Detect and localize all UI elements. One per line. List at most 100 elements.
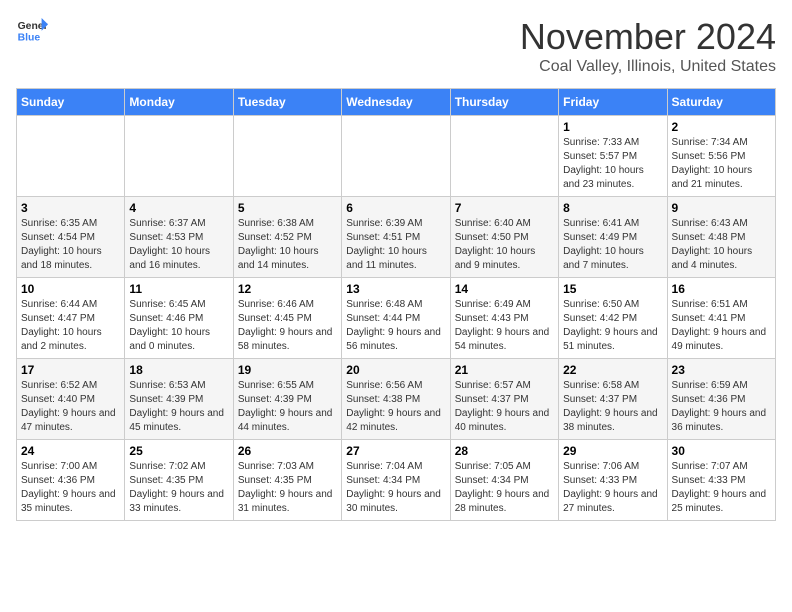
day-info: Sunrise: 6:58 AMSunset: 4:37 PMDaylight:… (563, 379, 662, 435)
table-row: 20 Sunrise: 6:56 AMSunset: 4:38 PMDayligh… (342, 359, 450, 440)
table-row: 25 Sunrise: 7:02 AMSunset: 4:35 PMDayligh… (125, 440, 233, 521)
table-row: 12 Sunrise: 6:46 AMSunset: 4:45 PMDayligh… (233, 278, 341, 359)
day-number: 19 (238, 363, 337, 377)
day-number: 15 (563, 282, 662, 296)
day-info: Sunrise: 6:55 AMSunset: 4:39 PMDaylight:… (238, 379, 337, 435)
table-row: 11Sunrise: 6:45 AMSunset: 4:46 PMDayligh… (125, 278, 233, 359)
table-row: 3 Sunrise: 6:35 AMSunset: 4:54 PMDaylight… (17, 197, 125, 278)
day-number: 6 (346, 201, 445, 215)
day-number: 10 (21, 282, 120, 296)
day-number: 9 (672, 201, 771, 215)
day-info: Sunrise: 6:38 AMSunset: 4:52 PMDaylight:… (238, 217, 337, 273)
day-info: Sunrise: 7:02 AMSunset: 4:35 PMDaylight:… (129, 460, 228, 516)
day-info: Sunrise: 6:40 AMSunset: 4:50 PMDaylight:… (455, 217, 554, 273)
col-thursday: Thursday (450, 89, 558, 116)
day-info: Sunrise: 6:43 AMSunset: 4:48 PMDaylight:… (672, 217, 771, 273)
col-friday: Friday (559, 89, 667, 116)
day-number: 1 (563, 120, 662, 134)
month-title: November 2024 (520, 16, 776, 58)
day-info: Sunrise: 6:59 AMSunset: 4:36 PMDaylight:… (672, 379, 771, 435)
day-number: 16 (672, 282, 771, 296)
day-number: 20 (346, 363, 445, 377)
title-area: November 2024 Coal Valley, Illinois, Uni… (520, 16, 776, 76)
table-row: 5 Sunrise: 6:38 AMSunset: 4:52 PMDaylight… (233, 197, 341, 278)
table-row: 29Sunrise: 7:06 AMSunset: 4:33 PMDayligh… (559, 440, 667, 521)
day-info: Sunrise: 7:33 AMSunset: 5:57 PMDaylight:… (563, 136, 662, 192)
table-row: 4Sunrise: 6:37 AMSunset: 4:53 PMDaylight… (125, 197, 233, 278)
day-info: Sunrise: 6:39 AMSunset: 4:51 PMDaylight:… (346, 217, 445, 273)
day-info: Sunrise: 6:53 AMSunset: 4:39 PMDaylight:… (129, 379, 228, 435)
col-saturday: Saturday (667, 89, 775, 116)
table-row: 27 Sunrise: 7:04 AMSunset: 4:34 PMDayligh… (342, 440, 450, 521)
logo-icon: General Blue (16, 16, 48, 44)
table-row: 26Sunrise: 7:03 AMSunset: 4:35 PMDayligh… (233, 440, 341, 521)
day-number: 28 (455, 444, 554, 458)
svg-text:Blue: Blue (18, 32, 41, 43)
day-info: Sunrise: 6:56 AMSunset: 4:38 PMDaylight:… (346, 379, 445, 435)
table-row: 9 Sunrise: 6:43 AMSunset: 4:48 PMDaylight… (667, 197, 775, 278)
day-info: Sunrise: 7:00 AMSunset: 4:36 PMDaylight:… (21, 460, 120, 516)
day-number: 3 (21, 201, 120, 215)
day-number: 30 (672, 444, 771, 458)
location-title: Coal Valley, Illinois, United States (520, 58, 776, 76)
day-info: Sunrise: 6:46 AMSunset: 4:45 PMDaylight:… (238, 298, 337, 354)
table-row: 1 Sunrise: 7:33 AMSunset: 5:57 PMDaylight… (559, 116, 667, 197)
day-info: Sunrise: 6:45 AMSunset: 4:46 PMDaylight:… (129, 298, 228, 354)
table-row: 24Sunrise: 7:00 AMSunset: 4:36 PMDayligh… (17, 440, 125, 521)
day-info: Sunrise: 6:41 AMSunset: 4:49 PMDaylight:… (563, 217, 662, 273)
day-number: 29 (563, 444, 662, 458)
calendar-week-row: 1 Sunrise: 7:33 AMSunset: 5:57 PMDaylight… (17, 116, 776, 197)
table-row (125, 116, 233, 197)
day-number: 26 (238, 444, 337, 458)
day-number: 17 (21, 363, 120, 377)
day-number: 21 (455, 363, 554, 377)
day-number: 18 (129, 363, 228, 377)
table-row (233, 116, 341, 197)
table-row: 17 Sunrise: 6:52 AMSunset: 4:40 PMDayligh… (17, 359, 125, 440)
day-info: Sunrise: 7:05 AMSunset: 4:34 PMDaylight:… (455, 460, 554, 516)
table-row: 14 Sunrise: 6:49 AMSunset: 4:43 PMDayligh… (450, 278, 558, 359)
day-info: Sunrise: 6:50 AMSunset: 4:42 PMDaylight:… (563, 298, 662, 354)
day-info: Sunrise: 6:49 AMSunset: 4:43 PMDaylight:… (455, 298, 554, 354)
calendar-week-row: 24Sunrise: 7:00 AMSunset: 4:36 PMDayligh… (17, 440, 776, 521)
day-number: 14 (455, 282, 554, 296)
calendar-table: Sunday Monday Tuesday Wednesday Thursday… (16, 88, 776, 521)
day-info: Sunrise: 7:04 AMSunset: 4:34 PMDaylight:… (346, 460, 445, 516)
day-info: Sunrise: 6:35 AMSunset: 4:54 PMDaylight:… (21, 217, 120, 273)
calendar-header-row: Sunday Monday Tuesday Wednesday Thursday… (17, 89, 776, 116)
table-row: 18 Sunrise: 6:53 AMSunset: 4:39 PMDayligh… (125, 359, 233, 440)
day-number: 12 (238, 282, 337, 296)
table-row: 23 Sunrise: 6:59 AMSunset: 4:36 PMDayligh… (667, 359, 775, 440)
col-wednesday: Wednesday (342, 89, 450, 116)
col-sunday: Sunday (17, 89, 125, 116)
header: General Blue November 2024 Coal Valley, … (16, 16, 776, 76)
day-info: Sunrise: 6:44 AMSunset: 4:47 PMDaylight:… (21, 298, 120, 354)
logo: General Blue (16, 16, 48, 44)
day-info: Sunrise: 6:51 AMSunset: 4:41 PMDaylight:… (672, 298, 771, 354)
table-row: 16 Sunrise: 6:51 AMSunset: 4:41 PMDayligh… (667, 278, 775, 359)
table-row: 6 Sunrise: 6:39 AMSunset: 4:51 PMDaylight… (342, 197, 450, 278)
table-row: 28 Sunrise: 7:05 AMSunset: 4:34 PMDayligh… (450, 440, 558, 521)
col-tuesday: Tuesday (233, 89, 341, 116)
day-info: Sunrise: 6:37 AMSunset: 4:53 PMDaylight:… (129, 217, 228, 273)
day-info: Sunrise: 6:52 AMSunset: 4:40 PMDaylight:… (21, 379, 120, 435)
table-row: 2 Sunrise: 7:34 AMSunset: 5:56 PMDaylight… (667, 116, 775, 197)
col-monday: Monday (125, 89, 233, 116)
day-number: 27 (346, 444, 445, 458)
table-row: 7Sunrise: 6:40 AMSunset: 4:50 PMDaylight… (450, 197, 558, 278)
table-row (450, 116, 558, 197)
day-number: 25 (129, 444, 228, 458)
table-row: 30 Sunrise: 7:07 AMSunset: 4:33 PMDayligh… (667, 440, 775, 521)
table-row: 19 Sunrise: 6:55 AMSunset: 4:39 PMDayligh… (233, 359, 341, 440)
day-number: 5 (238, 201, 337, 215)
day-info: Sunrise: 7:34 AMSunset: 5:56 PMDaylight:… (672, 136, 771, 192)
day-info: Sunrise: 6:57 AMSunset: 4:37 PMDaylight:… (455, 379, 554, 435)
table-row: 22Sunrise: 6:58 AMSunset: 4:37 PMDayligh… (559, 359, 667, 440)
table-row: 13Sunrise: 6:48 AMSunset: 4:44 PMDayligh… (342, 278, 450, 359)
day-info: Sunrise: 7:07 AMSunset: 4:33 PMDaylight:… (672, 460, 771, 516)
day-number: 23 (672, 363, 771, 377)
day-info: Sunrise: 6:48 AMSunset: 4:44 PMDaylight:… (346, 298, 445, 354)
day-number: 2 (672, 120, 771, 134)
day-number: 8 (563, 201, 662, 215)
calendar-week-row: 10 Sunrise: 6:44 AMSunset: 4:47 PMDayligh… (17, 278, 776, 359)
